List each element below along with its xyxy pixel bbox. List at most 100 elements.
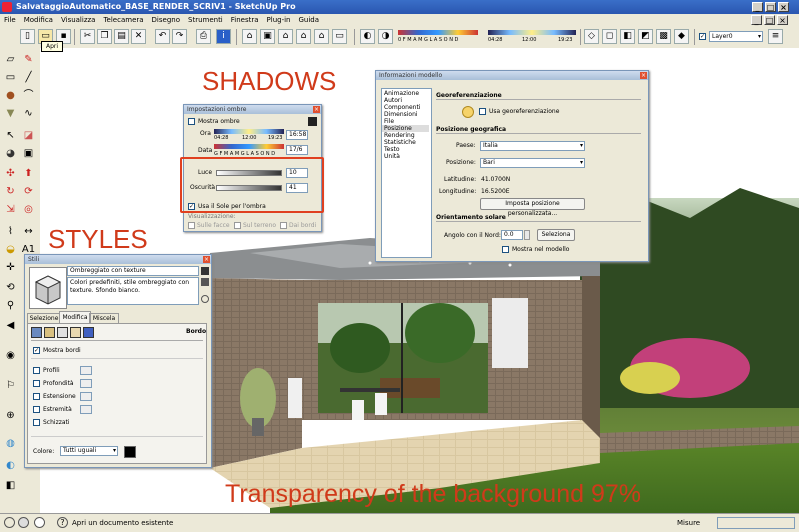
time-slider[interactable]	[214, 129, 284, 134]
shadow-settings-icon[interactable]: ◐	[360, 29, 375, 44]
use-georef-checkbox[interactable]	[479, 108, 486, 115]
back-view-icon[interactable]: ⌂	[314, 29, 329, 44]
time-input[interactable]: 16:58	[286, 130, 308, 140]
close-icon[interactable]: ×	[640, 72, 647, 79]
info-icon[interactable]: i	[216, 29, 231, 44]
right-view-icon[interactable]: ⌂	[296, 29, 311, 44]
nav-item-statistics[interactable]: Statistiche	[384, 139, 416, 146]
walk-icon[interactable]: ⚐	[3, 378, 18, 393]
section-plane-icon[interactable]: ⊕	[3, 408, 18, 423]
new-icon[interactable]: ▯	[20, 29, 35, 44]
layer-manager-icon[interactable]: ≡	[768, 29, 783, 44]
menu-plugins[interactable]: Plug-in	[267, 16, 291, 24]
expand-icon[interactable]	[308, 117, 317, 126]
eraser-icon[interactable]: ◪	[21, 128, 36, 143]
paste-icon[interactable]: ▤	[114, 29, 129, 44]
zoom-icon[interactable]: ⚲	[3, 298, 18, 313]
north-angle-input[interactable]: 0.0	[501, 230, 523, 240]
menu-draw[interactable]: Disegno	[152, 16, 180, 24]
close-icon[interactable]: ×	[203, 256, 210, 263]
dimension-icon[interactable]: ↔	[21, 224, 36, 239]
edge-color-swatch[interactable]	[124, 446, 136, 458]
make-component-icon[interactable]: ▣	[21, 146, 36, 161]
pencil-icon[interactable]: ✎	[21, 52, 36, 67]
credits-icon[interactable]	[18, 517, 29, 528]
measurements-input[interactable]	[717, 517, 795, 529]
copy-icon[interactable]: ❐	[97, 29, 112, 44]
depth-cue-checkbox[interactable]	[33, 380, 40, 387]
undo-icon[interactable]: ↶	[155, 29, 170, 44]
hidden-line-icon[interactable]: ◧	[620, 29, 635, 44]
left-view-icon[interactable]: ▭	[332, 29, 347, 44]
layer-check[interactable]: ✓	[699, 33, 706, 40]
menu-file[interactable]: File	[4, 16, 16, 24]
follow-me-icon[interactable]: ⟳	[21, 184, 36, 199]
line-icon[interactable]: ╱	[21, 70, 36, 85]
polygon-icon[interactable]: ▼	[3, 106, 18, 121]
update-style-icon[interactable]	[201, 278, 209, 286]
shadow-toggle-icon[interactable]: ◑	[378, 29, 393, 44]
nav-item-text[interactable]: Testo	[384, 146, 400, 153]
print-icon[interactable]: ⎙	[196, 29, 211, 44]
pointer-icon[interactable]: ↖	[3, 128, 18, 143]
jitter-checkbox[interactable]	[33, 419, 40, 426]
push-pull-icon[interactable]: ⬆	[21, 166, 36, 181]
google-earth-icon[interactable]: ◍	[3, 436, 18, 451]
nav-item-animation[interactable]: Animazione	[384, 90, 419, 97]
nav-item-units[interactable]: Unità	[384, 153, 400, 160]
circle-icon[interactable]: ●	[3, 88, 18, 103]
nav-item-components[interactable]: Componenti	[384, 104, 421, 111]
menu-tools[interactable]: Strumenti	[188, 16, 223, 24]
axes-icon[interactable]: ✛	[3, 260, 18, 275]
iso-view-icon[interactable]: ⌂	[242, 29, 257, 44]
profiles-checkbox[interactable]	[33, 367, 40, 374]
nav-item-file[interactable]: File	[384, 118, 394, 125]
on-faces-checkbox[interactable]	[188, 222, 195, 229]
nav-item-dimensions[interactable]: Dimensioni	[384, 111, 418, 118]
move-icon[interactable]: ✣	[3, 166, 18, 181]
tape-measure-icon[interactable]: ⌇	[3, 224, 18, 239]
color-select[interactable]: Tutti uguali ▾	[60, 446, 118, 456]
extension-checkbox[interactable]	[33, 393, 40, 400]
refresh-icon[interactable]	[201, 295, 209, 303]
close-icon[interactable]: ×	[313, 106, 320, 113]
doc-restore-button[interactable]: □	[764, 15, 775, 25]
on-ground-checkbox[interactable]	[234, 222, 241, 229]
endpoints-input[interactable]	[80, 405, 92, 414]
nav-item-location[interactable]: Posizione	[382, 125, 429, 132]
redo-icon[interactable]: ↷	[172, 29, 187, 44]
minimize-button[interactable]: _	[752, 2, 763, 12]
nav-item-rendering[interactable]: Rendering	[384, 132, 415, 139]
previous-view-icon[interactable]: ◀	[3, 318, 18, 333]
help-icon[interactable]: ?	[57, 517, 68, 528]
north-angle-spinner[interactable]	[524, 230, 530, 240]
create-style-icon[interactable]	[201, 267, 209, 275]
layer-select[interactable]: Layer0 ▾	[709, 31, 763, 42]
arc-icon[interactable]: ⌒	[21, 88, 36, 103]
top-view-icon[interactable]: ▣	[260, 29, 275, 44]
offset-icon[interactable]: ◎	[21, 202, 36, 217]
show-in-model-checkbox[interactable]	[502, 246, 509, 253]
paint-icon[interactable]: ◕	[3, 146, 18, 161]
date-slider[interactable]	[214, 144, 284, 149]
close-button[interactable]: ×	[778, 2, 789, 12]
extension-input[interactable]	[80, 392, 92, 401]
monochrome-icon[interactable]: ◆	[674, 29, 689, 44]
watermark-settings-icon[interactable]	[70, 327, 81, 338]
protractor-icon[interactable]: ◒	[3, 242, 18, 257]
scale-icon[interactable]: ⇲	[3, 202, 18, 217]
warehouse-icon[interactable]: ◐	[3, 458, 18, 473]
nav-item-authors[interactable]: Autori	[384, 97, 402, 104]
front-view-icon[interactable]: ⌂	[278, 29, 293, 44]
modeling-settings-icon[interactable]	[83, 327, 94, 338]
user-icon[interactable]	[34, 517, 45, 528]
shaded-icon[interactable]: ◩	[638, 29, 653, 44]
show-edges-checkbox[interactable]: ✓	[33, 347, 40, 354]
menu-edit[interactable]: Modifica	[24, 16, 53, 24]
select-icon[interactable]: ▱	[3, 52, 18, 67]
edge-settings-icon[interactable]	[31, 327, 42, 338]
maximize-button[interactable]: □	[765, 2, 776, 12]
doc-close-button[interactable]: ×	[777, 15, 788, 25]
location-select[interactable]: Bari ▾	[480, 158, 585, 168]
wireframe-icon[interactable]: ◻	[602, 29, 617, 44]
